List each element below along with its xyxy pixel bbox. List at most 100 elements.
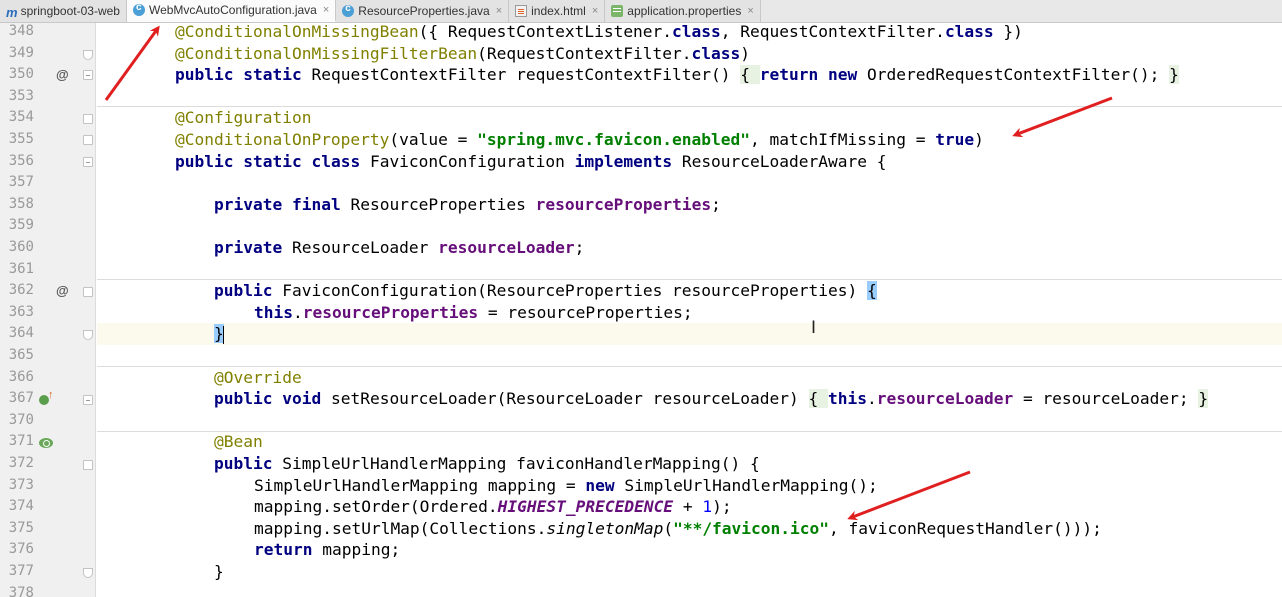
code-line-373[interactable]: SimpleUrlHandlerMapping mapping = new Si… xyxy=(97,475,1282,497)
fold-marker-icon[interactable] xyxy=(83,114,93,124)
tab-springboot-03-web[interactable]: m springboot-03-web xyxy=(0,0,127,22)
code-line-348[interactable]: @ConditionalOnMissingBean({ RequestConte… xyxy=(97,23,1282,43)
close-icon[interactable]: × xyxy=(592,5,598,17)
folded-brace[interactable]: { xyxy=(740,65,760,85)
line-number: 370 xyxy=(8,411,34,428)
fold-marker-icon[interactable] xyxy=(83,157,93,167)
code-line-367[interactable]: public void setResourceLoader(ResourceLo… xyxy=(97,388,1282,410)
tab-label: springboot-03-web xyxy=(20,3,120,18)
code-line-354[interactable]: @Configuration xyxy=(97,107,1282,129)
tab-resourceproperties[interactable]: ResourceProperties.java × xyxy=(336,0,510,22)
fold-marker-icon[interactable] xyxy=(83,70,93,80)
code-token: FaviconConfiguration(ResourceProperties … xyxy=(272,281,867,301)
code-line-372[interactable]: public SimpleUrlHandlerMapping faviconHa… xyxy=(97,453,1282,475)
code-token: ; xyxy=(574,238,585,257)
close-icon[interactable]: × xyxy=(496,5,502,17)
code-token: ResourceLoader xyxy=(282,238,439,257)
override-marker-icon[interactable]: @ xyxy=(56,280,69,302)
code-token: SimpleUrlHandlerMapping faviconHandlerMa… xyxy=(272,454,760,473)
keyword-token: static xyxy=(243,151,302,171)
code-token: . xyxy=(292,302,303,322)
fold-marker-icon[interactable] xyxy=(83,330,93,340)
spring-bean-icon[interactable] xyxy=(39,438,53,448)
fold-marker-icon[interactable] xyxy=(83,287,93,297)
code-line-360[interactable]: private ResourceLoader resourceLoader; xyxy=(97,237,1282,259)
code-line-356[interactable]: public static class FaviconConfiguration… xyxy=(97,151,1282,173)
line-number: 363 xyxy=(8,303,34,320)
line-number: 356 xyxy=(8,152,34,169)
code-line-350[interactable]: public static RequestContextFilter reque… xyxy=(97,64,1282,86)
keyword-token: public xyxy=(175,151,234,171)
editor-gutter[interactable]: 348 349 350 353 354 355 356 357 358 359 … xyxy=(0,23,96,597)
code-token: RequestContextFilter requestContextFilte… xyxy=(301,65,741,85)
line-number: 361 xyxy=(8,260,34,277)
fold-marker-icon[interactable] xyxy=(83,395,93,405)
matched-brace: { xyxy=(866,281,877,301)
line-number: 362 xyxy=(8,282,34,299)
code-token: } xyxy=(214,562,224,581)
code-token: (RequestContextFilter. xyxy=(477,43,692,63)
keyword-token: true xyxy=(935,130,975,149)
code-line-376[interactable]: return mapping; xyxy=(97,539,1282,561)
tab-webmvcautoconfiguration[interactable]: WebMvcAutoConfiguration.java × xyxy=(126,0,337,22)
line-number: 350 xyxy=(8,66,34,83)
code-token: ; xyxy=(711,194,721,214)
code-line-363[interactable]: this.resourceProperties = resourceProper… xyxy=(97,302,1282,324)
code-line-362[interactable]: public FaviconConfiguration(ResourceProp… xyxy=(97,280,1282,302)
folded-brace[interactable]: } xyxy=(1198,389,1209,409)
annotation-token: @Bean xyxy=(214,432,263,452)
keyword-token: class xyxy=(672,23,721,41)
code-line-366[interactable]: @Override xyxy=(97,367,1282,389)
code-token: ( xyxy=(663,518,674,538)
line-number: 367 xyxy=(8,390,34,407)
code-token: = resourceProperties; xyxy=(478,302,693,322)
tab-label: index.html xyxy=(531,3,586,18)
line-number: 358 xyxy=(8,195,34,212)
code-line-377[interactable]: } xyxy=(97,561,1282,583)
folded-brace[interactable]: { xyxy=(808,389,829,409)
code-line-374[interactable]: mapping.setOrder(Ordered.HIGHEST_PRECEDE… xyxy=(97,496,1282,518)
keyword-token: public xyxy=(214,281,273,301)
code-line-355[interactable]: @ConditionalOnProperty(value = "spring.m… xyxy=(97,129,1282,151)
navigate-up-arrow-icon[interactable]: ↑ xyxy=(48,389,54,401)
code-token: ) xyxy=(740,43,751,63)
code-token: ({ RequestContextListener. xyxy=(418,23,673,41)
editor-tab-bar: m springboot-03-web WebMvcAutoConfigurat… xyxy=(0,0,1282,23)
code-line-364[interactable]: } xyxy=(97,323,1282,345)
line-number: 373 xyxy=(8,476,34,493)
field-token: resourceLoader xyxy=(876,389,1014,409)
override-marker-icon[interactable]: @ xyxy=(56,64,69,86)
code-line-358[interactable]: private final ResourceProperties resourc… xyxy=(97,194,1282,216)
fold-marker-icon[interactable] xyxy=(83,568,93,578)
line-number: 374 xyxy=(8,498,34,515)
fold-marker-icon[interactable] xyxy=(83,135,93,145)
fold-marker-icon[interactable] xyxy=(83,460,93,470)
number-token: 1 xyxy=(702,497,713,517)
code-token: mapping.setUrlMap(Collections. xyxy=(254,518,547,538)
tab-application-properties[interactable]: application.properties × xyxy=(605,0,761,22)
code-line-371[interactable]: @Bean xyxy=(97,431,1282,453)
tab-index-html[interactable]: index.html × xyxy=(509,0,606,22)
annotation-token: @ConditionalOnProperty xyxy=(175,130,390,149)
line-number: 353 xyxy=(8,87,34,104)
properties-file-icon xyxy=(611,4,624,17)
keyword-token: public xyxy=(175,65,234,85)
line-number: 364 xyxy=(8,325,34,342)
line-number: 349 xyxy=(8,44,34,61)
code-editor[interactable]: @ConditionalOnMissingBean({ RequestConte… xyxy=(97,23,1282,597)
tab-label: ResourceProperties.java xyxy=(358,3,490,18)
line-number: 357 xyxy=(8,174,34,191)
code-line-375[interactable]: mapping.setUrlMap(Collections.singletonM… xyxy=(97,518,1282,540)
code-line-349[interactable]: @ConditionalOnMissingFilterBean(RequestC… xyxy=(97,43,1282,65)
line-number: 377 xyxy=(8,563,34,579)
fold-marker-icon[interactable] xyxy=(83,50,93,60)
close-icon[interactable]: × xyxy=(323,4,329,16)
close-icon[interactable]: × xyxy=(747,5,753,17)
field-token: resourceLoader xyxy=(438,238,575,257)
folded-brace[interactable]: } xyxy=(1169,65,1179,85)
code-token: + xyxy=(673,497,703,517)
keyword-token: class xyxy=(691,43,741,63)
static-field-token: HIGHEST_PRECEDENCE xyxy=(497,497,674,517)
